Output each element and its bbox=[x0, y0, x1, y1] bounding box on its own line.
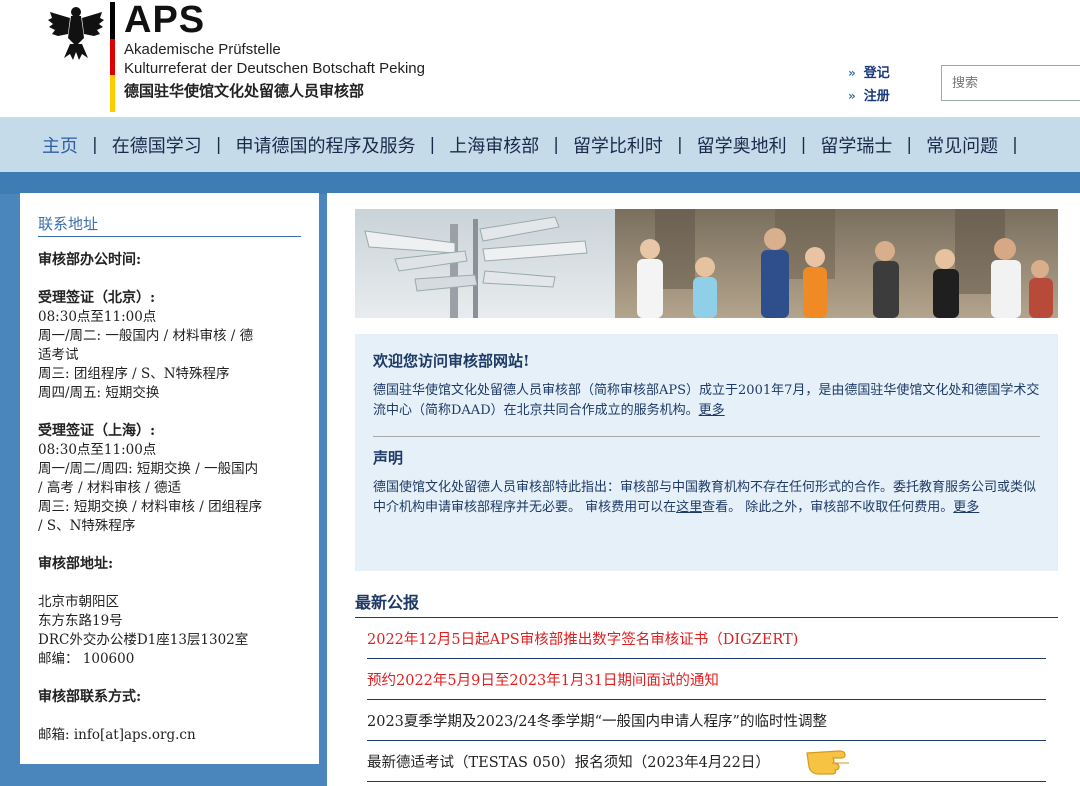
nav-item-austria[interactable]: 留学奥地利 bbox=[697, 132, 787, 158]
register-label: 注册 bbox=[863, 89, 890, 104]
nav-item-home[interactable]: 主页 bbox=[42, 132, 78, 158]
notice-more-link[interactable]: 更多 bbox=[953, 500, 979, 515]
contact-sidebar: 联系地址 审核部办公时间: 受理签证（北京）: 08:30点至11:00点 周一… bbox=[20, 193, 319, 764]
address-line: 东方东路19号 bbox=[38, 613, 123, 629]
nav-separator: | bbox=[215, 134, 222, 155]
news-item-digzert[interactable]: 2022年12月5日起APS审核部推出数字签名审核证书（DIGZERT) bbox=[367, 618, 1046, 659]
nav-separator: | bbox=[429, 134, 436, 155]
nav-item-belgium[interactable]: 留学比利时 bbox=[573, 132, 663, 158]
nav-separator: | bbox=[906, 134, 913, 155]
nav-separator: | bbox=[1012, 134, 1018, 155]
notice-title: 声明 bbox=[373, 449, 404, 467]
office-hours-heading: 审核部办公时间: bbox=[38, 252, 142, 268]
news-item-testas[interactable]: 最新德适考试（TESTAS 050）报名须知（2023年4月22日） bbox=[367, 741, 1046, 782]
shanghai-line: 周三: 短期交换 / 材料审核 / 团组程序 bbox=[38, 499, 263, 515]
nav-item-faq[interactable]: 常见问题 bbox=[926, 132, 998, 158]
welcome-title: 欢迎您访问审核部网站! bbox=[373, 352, 530, 370]
login-label: 登记 bbox=[863, 66, 890, 81]
news-title: 最新公报 bbox=[355, 589, 1058, 618]
address-line: 北京市朝阳区 bbox=[38, 594, 119, 610]
fee-here-link[interactable]: 这里 bbox=[676, 500, 702, 515]
address-line: 邮编： 100600 bbox=[38, 651, 135, 667]
shanghai-heading: 受理签证（上海）: bbox=[38, 423, 156, 439]
notice-text: 德国使馆文化处留德人员审核部特此指出：审核部与中国教育机构不存在任何形式的合作。… bbox=[373, 478, 1040, 518]
brand-chinese-name: 德国驻华使馆文化处留德人员审核部 bbox=[124, 82, 365, 100]
nav-separator: | bbox=[676, 134, 683, 155]
beijing-line: 周三: 团组程序 / S、N特殊程序 bbox=[38, 366, 230, 382]
sidebar-title: 联系地址 bbox=[38, 213, 301, 237]
register-link[interactable]: » 注册 bbox=[848, 85, 890, 108]
nav-item-shanghai[interactable]: 上海审核部 bbox=[449, 132, 539, 158]
top-strip bbox=[0, 172, 1080, 194]
notice-body-2: 查看。 除此之外，审核部不收取任何费用。 bbox=[702, 500, 954, 515]
german-flag-stripe bbox=[110, 2, 115, 112]
news-section: 最新公报 2022年12月5日起APS审核部推出数字签名审核证书（DIGZERT… bbox=[355, 589, 1058, 782]
shanghai-line: / S、N特殊程序 bbox=[38, 518, 136, 534]
beijing-line: 周四/周五: 短期交换 bbox=[38, 385, 160, 401]
brand-aps: APS bbox=[124, 0, 206, 41]
nav-item-study-in-germany[interactable]: 在德国学习 bbox=[112, 132, 202, 158]
nav-separator: | bbox=[92, 134, 98, 155]
beijing-line: 适考试 bbox=[38, 347, 79, 363]
nav-item-procedures[interactable]: 申请德国的程序及服务 bbox=[235, 132, 415, 158]
email-text: 邮箱: info[at]aps.org.cn bbox=[38, 727, 196, 743]
beijing-line: 周一/周二: 一般国内 / 材料审核 / 德 bbox=[38, 328, 254, 344]
welcome-text: 德国驻华使馆文化处留德人员审核部（简称审核部APS）成立于2001年7月，是由德… bbox=[373, 381, 1040, 421]
search-input[interactable] bbox=[941, 65, 1080, 101]
nav-item-switzerland[interactable]: 留学瑞士 bbox=[820, 132, 892, 158]
address-line: DRC外交办公楼D1座13层1302室 bbox=[38, 632, 249, 648]
shanghai-line: / 高考 / 材料审核 / 德适 bbox=[38, 480, 182, 496]
news-item-procedure-adjustment[interactable]: 2023夏季学期及2023/24冬季学期“一般国内申请人程序”的临时性调整 bbox=[367, 700, 1046, 741]
address-heading: 审核部地址: bbox=[38, 556, 114, 572]
brand-subtitle-2: Kulturreferat der Deutschen Botschaft Pe… bbox=[124, 60, 425, 77]
beijing-heading: 受理签证（北京）: bbox=[38, 290, 156, 306]
double-chevron-icon: » bbox=[848, 89, 856, 103]
contact-heading: 审核部联系方式: bbox=[38, 689, 142, 705]
welcome-panel: 欢迎您访问审核部网站! 德国驻华使馆文化处留德人员审核部（简称审核部APS）成立… bbox=[355, 334, 1058, 571]
beijing-line: 08:30点至11:00点 bbox=[38, 309, 157, 325]
nav-separator: | bbox=[800, 134, 807, 155]
nav-separator: | bbox=[553, 134, 559, 155]
brand-subtitle-1: Akademische Prüfstelle bbox=[124, 41, 281, 58]
login-link[interactable]: » 登记 bbox=[848, 62, 890, 85]
banner-photo-signpost-students bbox=[355, 209, 1058, 318]
main-nav: 主页 | 在德国学习 | 申请德国的程序及服务 | 上海审核部 | 留学比利时 … bbox=[0, 117, 1080, 172]
account-links: » 登记 » 注册 bbox=[848, 62, 890, 108]
banner-image bbox=[355, 209, 1058, 318]
news-item-interview-notice[interactable]: 预约2022年5月9日至2023年1月31日期间面试的通知 bbox=[367, 659, 1046, 700]
shanghai-line: 周一/周二/周四: 短期交换 / 一般国内 bbox=[38, 461, 259, 477]
welcome-more-link[interactable]: 更多 bbox=[699, 403, 725, 418]
german-eagle-logo-icon bbox=[48, 7, 104, 60]
pointing-hand-icon bbox=[806, 750, 849, 775]
brand-block[interactable]: APS Akademische Prüfstelle Kulturreferat… bbox=[124, 0, 425, 102]
site-header: APS Akademische Prüfstelle Kulturreferat… bbox=[0, 0, 1080, 117]
double-chevron-icon: » bbox=[848, 66, 856, 80]
shanghai-line: 08:30点至11:00点 bbox=[38, 442, 157, 458]
divider bbox=[373, 436, 1040, 437]
main-content: 欢迎您访问审核部网站! 德国驻华使馆文化处留德人员审核部（简称审核部APS）成立… bbox=[327, 193, 1080, 786]
